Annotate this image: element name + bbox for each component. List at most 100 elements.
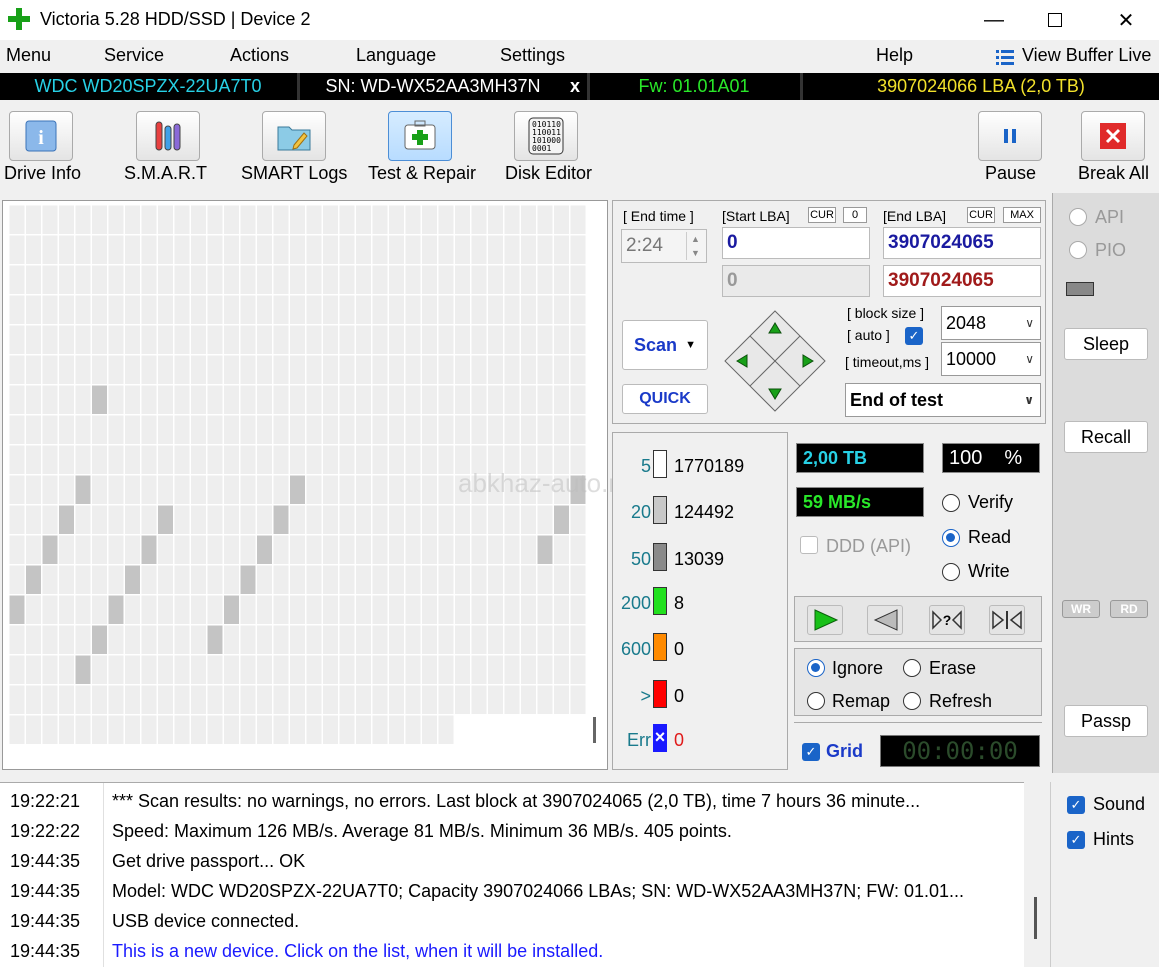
random-seek-button[interactable]: ? [929,605,965,635]
scan-block [92,595,107,624]
ignore-radio[interactable] [807,659,825,677]
menu-help[interactable]: Help [876,45,913,66]
scan-block [257,475,272,504]
disk-editor-button[interactable]: 010110 110011 101000 0001 [514,111,578,161]
break-all-button[interactable] [1081,111,1145,161]
end-cur-button[interactable]: CUR [967,207,995,223]
minimize-icon[interactable]: — [964,0,1024,40]
hints-checkbox[interactable]: ✓ [1067,831,1085,849]
scan-block [422,715,437,744]
api-radio[interactable] [1069,208,1087,226]
menu-menu[interactable]: Menu [6,45,51,66]
pause-icon [1004,129,1016,143]
log-time: 19:44:35 [10,850,81,871]
scan-block [306,445,322,474]
end-lba-label: [End LBA] [883,208,947,224]
scan-block [554,385,569,414]
timeout-select[interactable]: 10000 ∨ [941,342,1041,376]
passp-button[interactable]: Passp [1064,705,1148,737]
test-repair-button[interactable] [388,111,452,161]
scan-block [141,355,157,384]
scan-block [488,385,503,414]
scan-block [158,715,173,744]
block-size-select[interactable]: 2048 ∨ [941,306,1041,340]
end-lba-input[interactable]: 3907024065 [883,227,1041,259]
grid-checkbox[interactable]: ✓ [802,743,820,761]
menu-settings[interactable]: Settings [500,45,565,66]
scan-block [323,235,338,264]
erase-radio[interactable] [903,659,921,677]
pause-button[interactable] [978,111,1042,161]
log-entry[interactable]: 19:44:35 This is a new device. Click on t… [0,936,1024,966]
grid-timer-row: ✓ Grid 00:00:00 [794,722,1042,770]
smart-button[interactable] [136,111,200,161]
scan-block [125,505,140,534]
menu-service[interactable]: Service [104,45,164,66]
scan-block [405,595,421,624]
butterfly-icon [992,610,1022,630]
end-max-button[interactable]: MAX [1003,207,1041,223]
log-entry[interactable]: 19:22:22 Speed: Maximum 126 MB/s. Average… [0,816,1024,846]
reverse-button[interactable] [867,605,903,635]
scan-block [273,445,289,474]
maximize-icon[interactable] [1025,0,1085,40]
butterfly-button[interactable] [989,605,1025,635]
scan-block [141,415,157,444]
scan-block [273,535,289,564]
log-entry[interactable]: 19:22:21 *** Scan results: no warnings, n… [0,786,1024,816]
auto-checkbox[interactable]: ✓ [905,327,923,345]
log-entry[interactable]: 19:44:35 USB device connected. [0,906,1024,936]
drive-model[interactable]: WDC WD20SPZX-22UA7T0 [0,75,296,98]
view-buffer-live[interactable]: View Buffer Live [1022,45,1151,66]
scan-block [290,355,305,384]
scan-block [521,505,536,534]
sleep-button[interactable]: Sleep [1064,328,1148,360]
scan-block [141,235,157,264]
scan-block [323,205,338,234]
scan-block [108,235,124,264]
read-radio[interactable] [942,529,960,547]
scan-block [174,265,190,294]
play-icon [814,609,839,631]
drive-info-button[interactable]: i [9,111,73,161]
menu-language[interactable]: Language [356,45,436,66]
stat-row: 50 13039 [613,543,789,573]
start-zero-button[interactable]: 0 [843,207,867,223]
smart-logs-button[interactable] [262,111,326,161]
quick-button[interactable]: QUICK [622,384,708,414]
sound-checkbox[interactable]: ✓ [1067,796,1085,814]
log-entry[interactable]: 19:44:35 Model: WDC WD20SPZX-22UA7T0; Cap… [0,876,1024,906]
end-time-spinner[interactable]: ▲ ▼ [686,232,704,260]
end-action-select[interactable]: End of test ∨ [845,383,1041,417]
stat-row: >0 [613,680,789,710]
scan-button[interactable]: Scan ▼ [622,320,708,370]
play-button[interactable] [807,605,843,635]
direction-pad[interactable] [723,309,827,413]
scan-block [75,505,91,534]
write-radio[interactable] [942,563,960,581]
log-scrollbar[interactable] [1034,897,1037,939]
disk-editor-label: Disk Editor [505,163,593,183]
verify-radio[interactable] [942,494,960,512]
refresh-radio[interactable] [903,692,921,710]
scan-block [125,415,140,444]
log-entry[interactable]: 19:44:35 Get drive passport... OK [0,846,1024,876]
scan-block [42,535,58,564]
close-icon[interactable]: ✕ [1096,0,1156,40]
recall-button[interactable]: Recall [1064,421,1148,453]
end-time-field[interactable]: 2:24 ▲ ▼ [621,229,707,263]
scan-block [125,565,140,594]
ddd-checkbox[interactable] [800,536,818,554]
scan-block [537,595,553,624]
pio-radio[interactable] [1069,241,1087,259]
scan-block [372,475,388,504]
scan-block [405,385,421,414]
scan-block [75,415,91,444]
start-lba-input[interactable]: 0 [722,227,870,259]
map-scrollbar[interactable] [593,717,596,743]
menu-actions[interactable]: Actions [230,45,289,66]
start-cur-button[interactable]: CUR [808,207,836,223]
scan-block [471,565,487,594]
remap-radio[interactable] [807,692,825,710]
drive-close-button[interactable]: x [565,75,585,98]
